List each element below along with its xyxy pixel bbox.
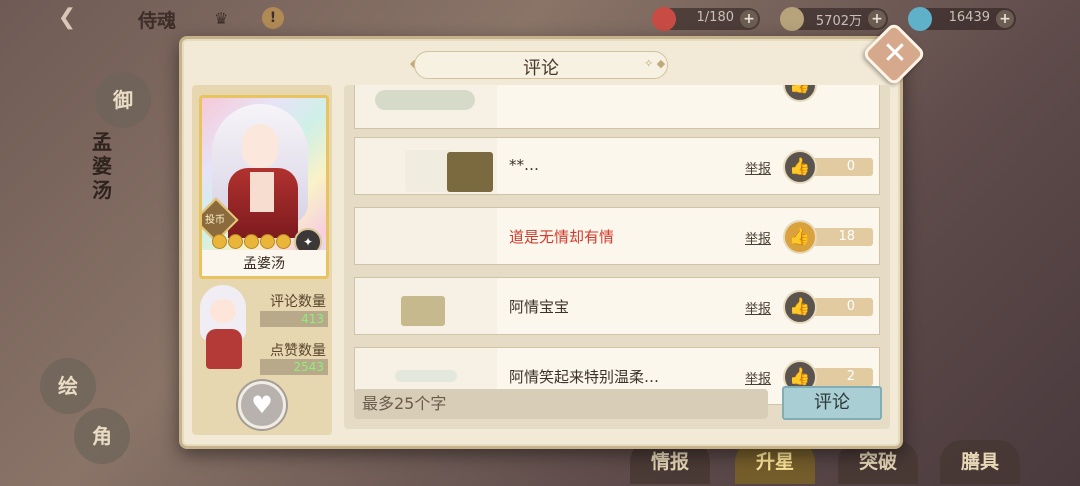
add-coins-button[interactable]: + [868,10,886,28]
add-stamina-button[interactable]: + [740,10,758,28]
comment-text: 道是无情却有情 [509,228,615,246]
comment-avatar [355,208,497,264]
heart-like-button[interactable]: ♥ [238,381,286,429]
title-ornament-right-icon: ✧ ◆ [644,57,666,70]
resource-coins: 5702万 + [780,7,888,31]
avatar-blur [375,90,475,110]
comment-count-label: 评论数量 [270,294,326,310]
report-link[interactable]: 举报 [745,228,771,247]
thumbs-up-icon[interactable]: 👍 [783,220,817,254]
crown-icon[interactable]: ♛ [214,9,228,28]
comment-input[interactable]: 最多25个字 [354,389,768,419]
avatar-blur [447,152,493,192]
chibi-face [210,299,236,323]
comment-list[interactable]: 👍 **… 举报 0 👍 道是无情却有情 举报 18 👍 阿情宝宝 举报 0 👍… [344,85,890,429]
comment-row: **… 举报 0 👍 [354,137,880,195]
character-name-vertical: 孟婆汤 [92,130,112,202]
report-link[interactable]: 举报 [745,158,771,177]
comment-row: 道是无情却有情 举报 18 👍 [354,207,880,265]
comment-text: 阿情宝宝 [509,298,570,316]
side-button-jue[interactable]: 角 [74,408,130,464]
submit-comment-button[interactable]: 评论 [782,386,882,420]
like-count: 2 [846,369,855,384]
comment-count-value: 413 [260,311,328,327]
chibi-character-image [194,285,256,375]
resource-stamina: 1/180 + [652,7,760,31]
star-icon [260,234,275,249]
title-bar: 评论 [414,51,668,79]
star-icon [244,234,259,249]
dialog-title: 评论 [523,58,559,79]
comment-text: 阿情笑起来特别温柔… [509,368,660,386]
like-count-label: 点赞数量 [270,343,326,359]
avatar-blur [405,150,451,192]
star-rating [212,234,292,249]
thumbs-up-icon[interactable]: 👍 [783,290,817,324]
like-count: 0 [846,299,855,314]
side-button-yu[interactable]: 御 [95,72,151,128]
report-link[interactable]: 举报 [745,368,771,387]
star-icon [228,234,243,249]
coins-value: 5702万 [815,14,862,29]
resource-jade: 16439 + [908,7,1016,31]
character-panel: 投币 ✦ 孟婆汤 评论数量 413 点赞数量 2543 ♥ [192,85,332,435]
jade-value: 16439 [948,10,990,25]
comment-row: 👍 [354,85,880,129]
star-icon [212,234,227,249]
thumbs-up-icon[interactable]: 👍 [783,85,817,102]
character-face [242,124,278,168]
comment-avatar [355,138,497,194]
comment-text: **… [509,156,539,174]
comment-dialog: ◆ ✧ 评论 ✧ ◆ ✕ 投币 ✦ 孟婆汤 评论数量 413 点赞数量 [179,21,927,449]
star-icon [276,234,291,249]
like-count: 0 [846,159,855,174]
chibi-body [206,329,242,369]
alert-icon[interactable]: ! [262,7,284,29]
avatar-blur [395,370,457,382]
back-arrow-icon[interactable]: ❮ [52,6,82,30]
tab-tableware[interactable]: 膳具 [940,440,1020,484]
report-link[interactable]: 举报 [745,298,771,317]
close-icon[interactable]: ✕ [872,32,918,76]
screen-title: 侍魂 [138,10,177,32]
comment-avatar [355,85,497,128]
like-count-value: 2543 [260,359,328,375]
character-name: 孟婆汤 [243,256,285,272]
comment-avatar [355,278,497,334]
like-count: 18 [838,229,855,244]
character-chest [250,172,274,212]
card-badge-label: 投币 [205,215,225,226]
comment-row: 阿情宝宝 举报 0 👍 [354,277,880,335]
jade-icon [908,7,932,31]
side-button-hui[interactable]: 绘 [40,358,96,414]
thumbs-up-icon[interactable]: 👍 [783,150,817,184]
stamina-value: 1/180 [696,10,734,25]
stamina-icon [652,7,676,31]
coin-icon [780,7,804,31]
add-jade-button[interactable]: + [996,10,1014,28]
character-card: 投币 ✦ 孟婆汤 [199,95,329,279]
top-bar: ❮ 侍魂 ♛ ! 1/180 + 5702万 + 16439 + [0,0,1080,38]
avatar-blur [401,296,445,326]
